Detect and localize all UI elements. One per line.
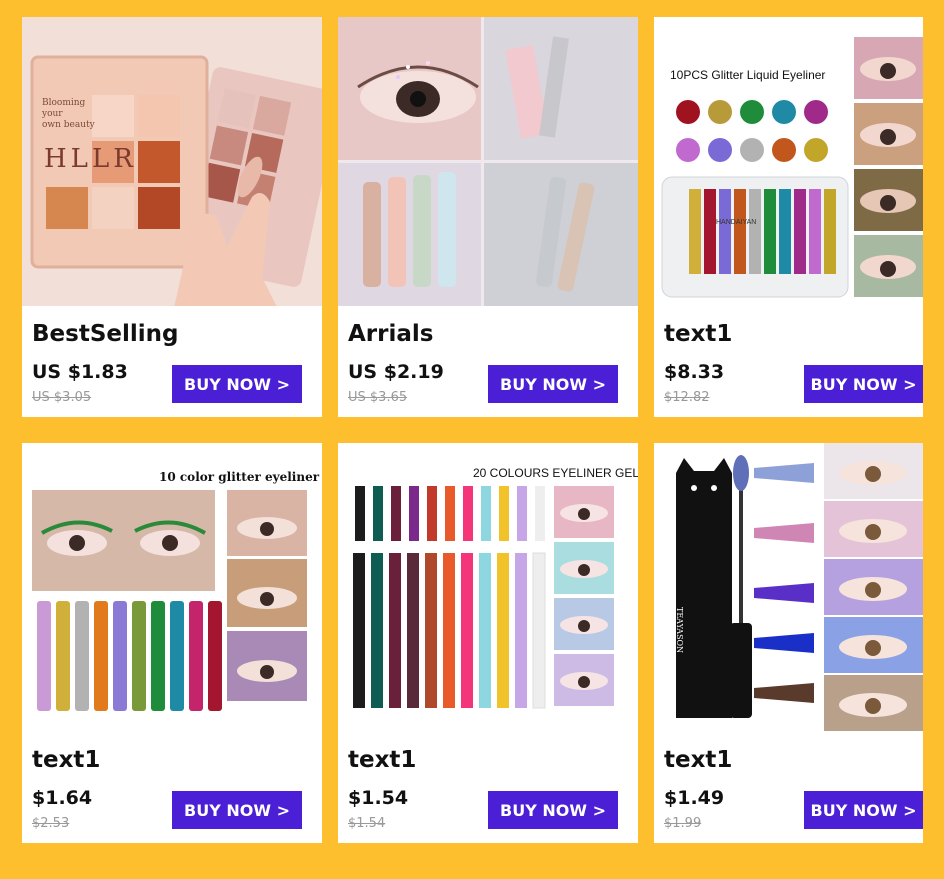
product-old-price: $1.54 — [348, 816, 386, 831]
product-image-10-color-glitter-eyeliner[interactable]: 10 color glitter eyeliner — [22, 443, 322, 728]
product-card[interactable]: Blooming your own beauty HLLR BestSellin… — [22, 17, 322, 417]
buy-now-button[interactable]: BUY NOW > — [172, 365, 302, 403]
product-old-price: US $3.65 — [348, 390, 408, 405]
packaging-brand: HANDAIYAN — [716, 219, 756, 226]
product-card[interactable]: 20 COLOURS EYELINER GEL text1 $1.54 $1.5… — [338, 443, 638, 843]
palette-tagline-2: your — [41, 109, 63, 119]
product-old-price: US $3.05 — [32, 390, 92, 405]
palette-tagline-3: own beauty — [42, 120, 96, 130]
buy-now-button[interactable]: BUY NOW > — [804, 791, 923, 829]
product-title: BestSelling — [32, 321, 179, 347]
product-title: text1 — [348, 747, 417, 773]
product-price: US $2.19 — [348, 361, 444, 383]
image-caption: 20 COLOURS EYELINER GEL — [473, 466, 638, 480]
product-title: text1 — [32, 747, 101, 773]
product-old-price: $2.53 — [32, 816, 70, 831]
buy-now-button[interactable]: BUY NOW > — [488, 365, 618, 403]
product-image-glitter-eyeliner-collage[interactable] — [338, 17, 638, 306]
product-image-cat-mascara[interactable]: TEAYASON — [654, 443, 923, 732]
product-card[interactable]: TEAYASON text1 $1.49 $1.99 BUY NOW > — [654, 443, 923, 843]
product-image-glitter-liquid-eyeliner[interactable]: 10PCS Glitter Liquid Eyeliner HANDAIYAN — [654, 17, 923, 306]
product-title: Arrials — [348, 321, 434, 347]
buy-now-button[interactable]: BUY NOW > — [488, 791, 618, 829]
product-price: $1.64 — [32, 787, 93, 809]
product-title: text1 — [664, 747, 733, 773]
buy-now-button[interactable]: BUY NOW > — [172, 791, 302, 829]
mascara-brand: TEAYASON — [675, 607, 684, 653]
product-card[interactable]: 10 color glitter eyeliner text1 $1.64 $2… — [22, 443, 322, 843]
image-caption: 10PCS Glitter Liquid Eyeliner — [670, 68, 825, 82]
buy-now-button[interactable]: BUY NOW > — [804, 365, 923, 403]
product-price: $8.33 — [664, 361, 725, 383]
product-old-price: $12.82 — [664, 390, 710, 405]
palette-brand-logo: HLLR — [44, 144, 137, 174]
product-card[interactable]: Arrials US $2.19 US $3.65 BUY NOW > — [338, 17, 638, 417]
palette-tagline-1: Blooming — [42, 98, 86, 108]
product-image-20-colours-eyeliner-gel[interactable]: 20 COLOURS EYELINER GEL — [338, 443, 638, 728]
product-old-price: $1.99 — [664, 816, 702, 831]
product-title: text1 — [664, 321, 733, 347]
product-image-eyeshadow-palette[interactable]: Blooming your own beauty HLLR — [22, 17, 322, 306]
product-price: US $1.83 — [32, 361, 128, 383]
product-price: $1.49 — [664, 787, 725, 809]
image-caption: 10 color glitter eyeliner — [159, 470, 320, 484]
product-price: $1.54 — [348, 787, 409, 809]
product-card[interactable]: 10PCS Glitter Liquid Eyeliner HANDAIYAN … — [654, 17, 923, 417]
